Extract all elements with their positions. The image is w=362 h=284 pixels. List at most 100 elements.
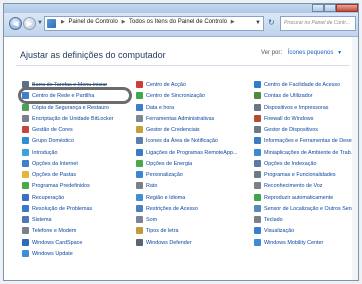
control-panel-item-label: Data e hora	[146, 104, 175, 111]
region-icon	[136, 193, 143, 201]
search-placeholder: Procurar no Painel de Contr...	[284, 20, 350, 26]
sound-icon	[136, 216, 143, 224]
credentials-icon	[136, 126, 143, 134]
remoteapp-icon	[136, 148, 143, 156]
minimize-button[interactable]	[312, 4, 324, 12]
control-panel-icon	[47, 19, 56, 28]
refresh-icon[interactable]: ↻	[268, 18, 275, 27]
close-button[interactable]	[336, 4, 358, 12]
parental-icon	[136, 204, 143, 212]
control-panel-item-label: Opções de Indexação	[264, 160, 317, 167]
breadcrumb-separator-icon[interactable]: ▶	[231, 19, 235, 25]
system-icon	[22, 216, 29, 224]
control-panel-item-label: Windows Defender	[146, 239, 192, 246]
control-panel-item-label: Centro de Acção	[146, 82, 186, 88]
control-panel-item-label: Windows Mobility Center	[264, 239, 324, 246]
control-panel-item-label: Miniaplicações de Ambiente de Trab...	[264, 149, 356, 156]
control-panel-item-label: Teclado	[264, 217, 283, 224]
mouse-icon	[136, 182, 143, 190]
troubleshoot-icon	[22, 204, 29, 212]
default-programs-icon	[22, 182, 29, 190]
control-panel-item-label: Restrições de Acesso	[146, 205, 198, 212]
control-panel-item-label: Ferramentas Administrativas	[146, 115, 215, 122]
phone-icon	[22, 227, 29, 235]
cardspace-icon	[22, 238, 29, 246]
admin-tools-icon	[136, 114, 143, 122]
address-bar[interactable]: ▶ Painel de Controlo ▶ Todos os Itens do…	[44, 16, 264, 31]
breadcrumb-separator-icon[interactable]: ▶	[122, 19, 126, 25]
printer-icon	[254, 103, 261, 111]
breadcrumb-all-items[interactable]: Todos os Itens do Painel de Controlo	[129, 19, 227, 25]
notification-icon	[136, 137, 143, 145]
sensor-icon	[254, 204, 261, 212]
personalization-icon	[136, 171, 143, 179]
maximize-button[interactable]	[324, 4, 336, 12]
control-panel-item-label: Reproduzir automaticamente	[264, 194, 334, 201]
device-manager-icon	[254, 126, 261, 134]
control-panel-item-label: Introdução	[32, 149, 58, 156]
keyboard-icon	[254, 216, 261, 224]
control-panel-item-label: Contas de Utilizador	[264, 93, 313, 100]
performance-icon	[254, 137, 261, 145]
navigation-bar: ◀ ▶ ▼ ▶ Painel de Controlo ▶ Todos os It…	[4, 13, 358, 37]
update-icon	[22, 249, 29, 257]
view-by-control: Ver por: Ícones pequenos ▼	[261, 50, 342, 56]
search-input[interactable]: Procurar no Painel de Contr...	[280, 16, 356, 31]
indexing-icon	[254, 159, 261, 167]
recent-pages-dropdown-icon[interactable]: ▼	[37, 20, 43, 26]
homegroup-icon	[22, 137, 29, 145]
color-icon	[22, 126, 29, 134]
control-panel-item-label: Tipos de letra	[146, 228, 179, 235]
programs-icon	[254, 171, 261, 179]
breadcrumb: ▶ Painel de Controlo ▶ Todos os Itens do…	[59, 19, 237, 25]
power-icon	[136, 159, 143, 167]
forward-arrow-icon[interactable]: ▶	[23, 17, 36, 30]
clock-icon	[136, 103, 143, 111]
control-panel-item-label: Rato	[146, 183, 158, 190]
flag-icon	[136, 81, 143, 88]
control-panel-window: ◀ ▶ ▼ ▶ Painel de Controlo ▶ Todos os It…	[3, 3, 359, 281]
control-panel-item-label: Personalização	[146, 172, 183, 179]
bitlocker-icon	[22, 114, 29, 122]
folder-icon	[22, 171, 29, 179]
control-panel-item-label: Ligações de Programas RemoteApp...	[146, 149, 238, 156]
ease-access-icon	[254, 81, 261, 88]
control-panel-item-label: Visualização	[264, 228, 295, 235]
control-panel-item-label: Resolução de Problemas	[32, 205, 93, 212]
control-panel-item-label: Cópia de Segurança e Restauro	[32, 104, 110, 111]
chevron-down-icon[interactable]: ▼	[337, 50, 342, 56]
control-panel-item-label: Dispositivos e Impressoras	[264, 104, 329, 111]
recovery-icon	[22, 193, 29, 201]
control-panel-item-label: Firewall do Windows	[264, 115, 314, 122]
breadcrumb-control-panel[interactable]: Painel de Controlo	[69, 19, 118, 25]
control-panel-item-label: Gestão de Cores	[32, 127, 73, 134]
control-panel-item-label: Gestor de Dispositivos	[264, 127, 318, 134]
control-panel-item-label: Windows CardSpace	[32, 239, 83, 246]
getting-started-icon	[22, 148, 29, 156]
control-panel-item-label: Grupo Doméstico	[32, 138, 74, 145]
control-panel-item-label: Gestor de Credenciais	[146, 127, 200, 134]
control-panel-item-label: Opções de Energia	[146, 160, 193, 167]
sync-icon	[136, 92, 143, 100]
highlight-circle	[18, 87, 132, 104]
gadgets-icon	[254, 148, 261, 156]
breadcrumb-separator-icon[interactable]: ▶	[61, 19, 65, 25]
address-dropdown-icon[interactable]: ▼	[255, 20, 261, 26]
control-panel-item-label: Windows Update	[32, 250, 73, 257]
page-title: Ajustar as definições do computador	[20, 50, 166, 60]
scrollbar[interactable]	[352, 37, 358, 280]
user-accounts-icon	[254, 92, 261, 100]
control-panel-item-label: Programas Predefinidos	[32, 183, 90, 190]
display-icon	[254, 227, 261, 235]
control-panel-item-label: Informações e Ferramentas de Dese...	[264, 138, 357, 145]
control-panel-item-label: Programas e Funcionalidades	[264, 172, 336, 179]
divider	[16, 65, 350, 66]
back-arrow-icon[interactable]: ◀	[9, 17, 22, 30]
internet-icon	[22, 159, 29, 167]
control-panel-item-label: Telefone e Modem	[32, 228, 77, 235]
control-panel-item-label: Centro de Facilidade de Acesso	[264, 82, 341, 88]
control-panel-item-label: Reconhecimento de Voz	[264, 183, 323, 190]
view-by-dropdown[interactable]: Ícones pequenos	[288, 50, 334, 56]
autoplay-icon	[254, 193, 261, 201]
defender-icon	[136, 238, 143, 246]
